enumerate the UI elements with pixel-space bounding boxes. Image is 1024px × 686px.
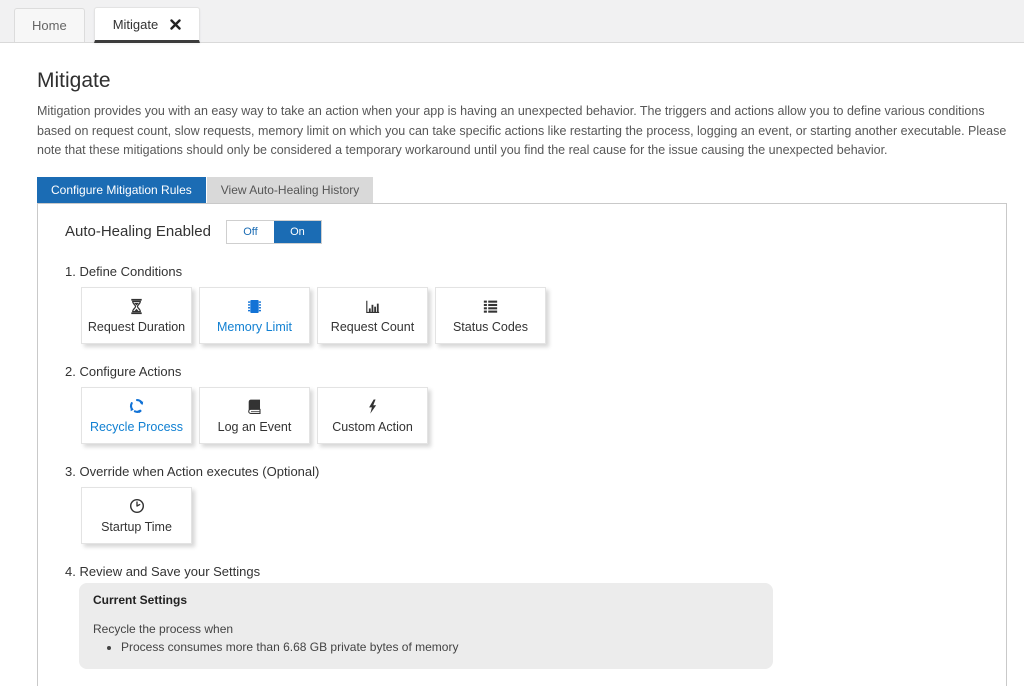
hourglass-icon bbox=[127, 296, 146, 316]
override-cards-row: Startup Time bbox=[81, 487, 986, 544]
tab-mitigate-label: Mitigate bbox=[113, 17, 159, 32]
auto-healing-label: Auto-Healing Enabled bbox=[65, 223, 211, 240]
page-title: Mitigate bbox=[37, 69, 1008, 93]
rule-tabs: Configure Mitigation Rules View Auto-Hea… bbox=[37, 177, 1008, 203]
list-icon bbox=[481, 296, 500, 316]
card-custom-action[interactable]: Custom Action bbox=[317, 387, 428, 444]
current-settings-item: Process consumes more than 6.68 GB priva… bbox=[121, 639, 759, 655]
card-label: Request Count bbox=[331, 320, 414, 334]
close-icon[interactable] bbox=[170, 19, 181, 30]
recycle-icon bbox=[128, 396, 146, 416]
tab-view-auto-healing-history[interactable]: View Auto-Healing History bbox=[207, 177, 374, 203]
top-tab-bar: Home Mitigate bbox=[0, 0, 1024, 43]
book-icon bbox=[245, 396, 264, 416]
section-title-override: 3. Override when Action executes (Option… bbox=[65, 464, 986, 479]
toggle-off-button[interactable]: Off bbox=[227, 221, 274, 243]
tab-home-label: Home bbox=[32, 18, 67, 33]
clock-icon bbox=[128, 496, 146, 516]
card-label: Status Codes bbox=[453, 320, 528, 334]
section-title-review: 4. Review and Save your Settings bbox=[65, 564, 986, 579]
card-label: Memory Limit bbox=[217, 320, 292, 334]
lightning-icon bbox=[364, 396, 381, 416]
auto-healing-row: Auto-Healing Enabled Off On bbox=[65, 220, 986, 244]
page-description: Mitigation provides you with an easy way… bbox=[37, 102, 1008, 161]
mitigation-panel: Auto-Healing Enabled Off On 1. Define Co… bbox=[37, 203, 1007, 686]
conditions-cards-row: Request Duration bbox=[81, 287, 986, 344]
bar-chart-icon bbox=[363, 296, 382, 316]
current-settings-list: Process consumes more than 6.68 GB priva… bbox=[121, 639, 759, 655]
card-request-count[interactable]: Request Count bbox=[317, 287, 428, 344]
card-label: Log an Event bbox=[218, 420, 292, 434]
card-recycle-process[interactable]: Recycle Process bbox=[81, 387, 192, 444]
card-status-codes[interactable]: Status Codes bbox=[435, 287, 546, 344]
card-label: Custom Action bbox=[332, 420, 413, 434]
current-settings-heading: Current Settings bbox=[93, 593, 759, 607]
card-memory-limit[interactable]: Memory Limit bbox=[199, 287, 310, 344]
card-log-an-event[interactable]: Log an Event bbox=[199, 387, 310, 444]
actions-cards-row: Recycle Process Log an Event bbox=[81, 387, 986, 444]
section-title-conditions: 1. Define Conditions bbox=[65, 264, 986, 279]
current-settings-intro: Recycle the process when bbox=[93, 622, 759, 636]
memory-chip-icon bbox=[245, 296, 264, 316]
tab-home[interactable]: Home bbox=[14, 8, 85, 42]
card-label: Request Duration bbox=[88, 320, 185, 334]
card-request-duration[interactable]: Request Duration bbox=[81, 287, 192, 344]
auto-healing-toggle: Off On bbox=[226, 220, 322, 244]
card-label: Startup Time bbox=[101, 520, 172, 534]
current-settings-box: Current Settings Recycle the process whe… bbox=[79, 583, 773, 669]
tab-mitigate[interactable]: Mitigate bbox=[94, 7, 201, 43]
section-title-actions: 2. Configure Actions bbox=[65, 364, 986, 379]
card-startup-time[interactable]: Startup Time bbox=[81, 487, 192, 544]
tab-configure-mitigation-rules[interactable]: Configure Mitigation Rules bbox=[37, 177, 206, 203]
card-label: Recycle Process bbox=[90, 420, 183, 434]
toggle-on-button[interactable]: On bbox=[274, 221, 321, 243]
